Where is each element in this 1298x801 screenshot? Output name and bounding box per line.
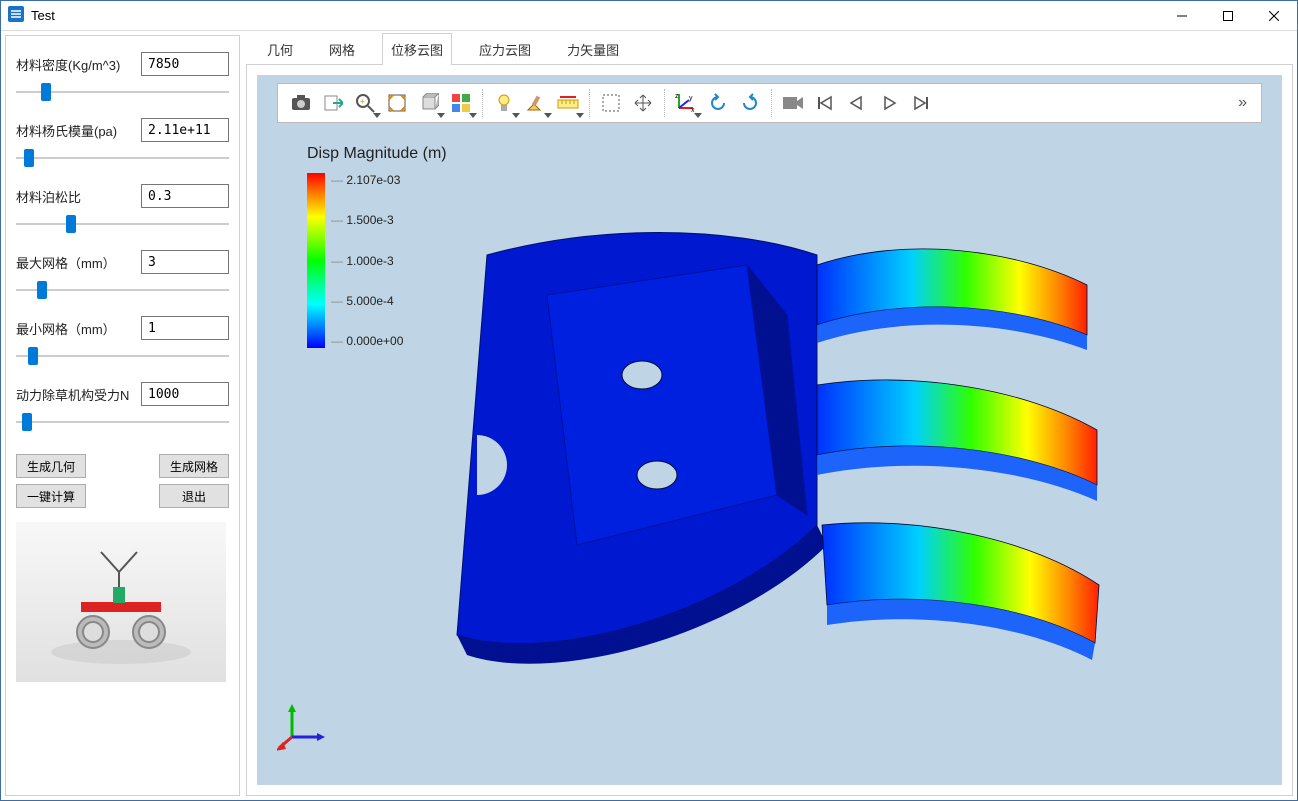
step-forward-icon[interactable] <box>906 88 936 118</box>
result-tabbar: 几何 网格 位移云图 应力云图 力矢量图 <box>246 35 1293 65</box>
tab-geometry[interactable]: 几何 <box>258 33 302 65</box>
legend-title: Disp Magnitude (m) <box>307 145 447 163</box>
box-select-icon[interactable] <box>596 88 626 118</box>
generate-mesh-button[interactable]: 生成网格 <box>159 454 229 478</box>
density-label: 材料密度(Kg/m^3) <box>16 55 120 74</box>
density-input[interactable] <box>141 52 229 76</box>
viewer-toolbar: + zxy <box>277 83 1262 123</box>
skip-first-icon[interactable] <box>810 88 840 118</box>
play-icon[interactable] <box>874 88 904 118</box>
minmesh-input[interactable] <box>141 316 229 340</box>
density-slider[interactable] <box>16 82 229 102</box>
minmesh-slider[interactable] <box>16 346 229 366</box>
pan-icon[interactable] <box>628 88 658 118</box>
svg-text:z: z <box>675 93 679 100</box>
force-slider[interactable] <box>16 412 229 432</box>
model-thumbnail <box>16 522 226 682</box>
axis-triad-icon <box>277 702 327 755</box>
color-palette-icon[interactable] <box>446 88 476 118</box>
axis-orient-icon[interactable]: zxy <box>671 88 701 118</box>
poisson-input[interactable] <box>141 184 229 208</box>
minmesh-label: 最小网格（mm） <box>16 319 116 338</box>
youngs-label: 材料杨氏模量(pa) <box>16 121 117 140</box>
fea-result-render <box>427 195 1107 695</box>
rotate-cw-icon[interactable] <box>735 88 765 118</box>
maxmesh-slider[interactable] <box>16 280 229 300</box>
tab-mesh[interactable]: 网格 <box>320 33 364 65</box>
svg-text:y: y <box>689 95 693 102</box>
svg-text:+: + <box>360 97 365 106</box>
lighting-icon[interactable] <box>489 88 519 118</box>
generate-geometry-button[interactable]: 生成几何 <box>16 454 86 478</box>
animation-camera-icon[interactable] <box>778 88 808 118</box>
force-label: 动力除草机构受力N <box>16 385 129 404</box>
3d-viewport[interactable]: + zxy <box>257 75 1282 785</box>
legend-tick: 2.107e-03 <box>331 173 403 187</box>
maximize-button[interactable] <box>1205 1 1251 30</box>
tab-force-vector[interactable]: 力矢量图 <box>558 33 628 65</box>
view-cube-icon[interactable] <box>414 88 444 118</box>
clear-icon[interactable] <box>521 88 551 118</box>
legend-tick: 1.500e-3 <box>331 213 403 227</box>
zoom-icon[interactable]: + <box>350 88 380 118</box>
parameter-panel: 材料密度(Kg/m^3) 材料杨氏模量(pa) 材料泊松比 最大网格（ <box>5 35 240 796</box>
force-input[interactable] <box>141 382 229 406</box>
poisson-label: 材料泊松比 <box>16 187 81 206</box>
tab-stress[interactable]: 应力云图 <box>470 33 540 65</box>
poisson-slider[interactable] <box>16 214 229 234</box>
legend-tick: 0.000e+00 <box>331 334 403 348</box>
rotate-ccw-icon[interactable] <box>703 88 733 118</box>
compute-button[interactable]: 一键计算 <box>16 484 86 508</box>
tab-displacement[interactable]: 位移云图 <box>382 33 452 65</box>
close-button[interactable] <box>1251 1 1297 30</box>
legend-tick: 1.000e-3 <box>331 254 403 268</box>
minimize-button[interactable] <box>1159 1 1205 30</box>
maxmesh-input[interactable] <box>141 250 229 274</box>
toolbar-overflow-icon[interactable]: » <box>1232 94 1253 112</box>
youngs-input[interactable] <box>141 118 229 142</box>
window-title: Test <box>31 8 55 23</box>
step-back-icon[interactable] <box>842 88 872 118</box>
youngs-slider[interactable] <box>16 148 229 168</box>
legend-tick: 5.000e-4 <box>331 294 403 308</box>
fit-view-icon[interactable] <box>382 88 412 118</box>
ruler-icon[interactable] <box>553 88 583 118</box>
maxmesh-label: 最大网格（mm） <box>16 253 116 272</box>
screenshot-icon[interactable] <box>286 88 316 118</box>
legend-colorbar <box>307 173 325 348</box>
exit-button[interactable]: 退出 <box>159 484 229 508</box>
app-icon <box>7 5 25 26</box>
color-legend: Disp Magnitude (m) 2.107e-03 1.500e-3 1.… <box>307 145 447 348</box>
export-icon[interactable] <box>318 88 348 118</box>
